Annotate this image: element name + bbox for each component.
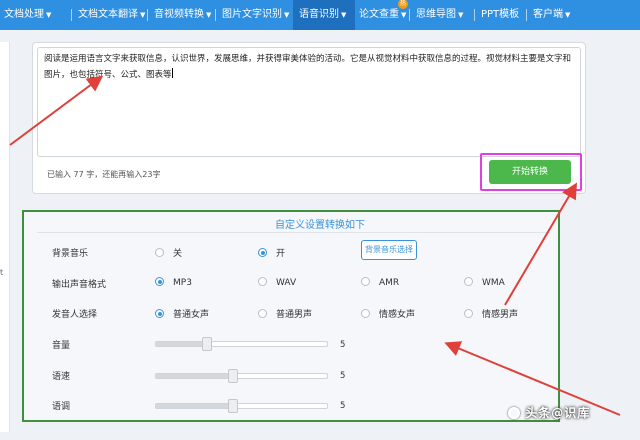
bgm-option-on[interactable]: 开 (258, 246, 285, 259)
nav-item-doc-translate[interactable]: 文档文本翻译 ▼ (78, 0, 145, 30)
nav-item-av-convert[interactable]: 音视频转换 ▼ (154, 0, 211, 30)
pitch-value: 5 (340, 401, 346, 411)
option-label: 普通女声 (173, 310, 210, 320)
nav-label: 文档处理 (4, 9, 44, 20)
chevron-down-icon: ▼ (565, 11, 571, 19)
format-option-wma[interactable]: WMA (464, 277, 505, 288)
slider-fill (156, 374, 233, 378)
slider-handle[interactable] (227, 369, 238, 383)
nav-item-ocr[interactable]: 图片文字识别 ▼ (222, 0, 289, 30)
format-label: 输出声音格式 (52, 280, 107, 290)
text-input-area[interactable]: 阅读是运用语言文字来获取信息，认识世界，发展思维，并获得审美体验的活动。它是从视… (37, 47, 581, 157)
chevron-down-icon: ▼ (458, 11, 464, 19)
nav-divider (526, 9, 527, 21)
option-label: WMA (482, 278, 505, 288)
chevron-down-icon: ▼ (140, 11, 146, 19)
chevron-down-icon: ▼ (401, 11, 407, 19)
nav-label: 客户端 (533, 9, 563, 20)
option-label: 情感男声 (482, 310, 519, 320)
text-cursor (171, 68, 173, 78)
nav-divider (71, 9, 72, 21)
chevron-down-icon: ▼ (341, 11, 347, 19)
nav-item-mind-map[interactable]: 思维导图 ▼ (416, 0, 463, 30)
option-label: 关 (173, 249, 183, 259)
watermark-text: 头条@识库 (525, 406, 591, 420)
char-count-text: 已输入 77 字，还能再输入23字 (47, 170, 161, 179)
nav-divider (215, 9, 216, 21)
nav-label: PPT模板 (481, 9, 520, 20)
nav-label: 论文查重 (359, 9, 399, 20)
option-label: AMR (379, 278, 400, 288)
format-option-amr[interactable]: AMR (361, 277, 399, 288)
nav-label: 图片文字识别 (222, 9, 282, 20)
left-sidebar-edge (0, 42, 10, 432)
nav-item-doc-processing[interactable]: 文档处理 ▼ (4, 0, 51, 30)
pitch-label: 语调 (52, 402, 71, 412)
speed-value: 5 (340, 371, 346, 381)
nav-item-speech-recognition[interactable]: 语音识别 ▼ (293, 0, 355, 30)
option-label: WAV (276, 278, 297, 288)
radio-icon (361, 309, 370, 318)
speed-label: 语速 (52, 372, 71, 382)
speaker-option-male[interactable]: 普通男声 (258, 307, 312, 320)
start-convert-button[interactable]: 开始转换 (489, 160, 571, 184)
nav-divider (147, 9, 148, 21)
speaker-label: 发音人选择 (52, 310, 98, 320)
slider-fill (156, 404, 233, 408)
volume-slider[interactable] (155, 337, 328, 351)
bgm-select-button[interactable]: 背景音乐选择 (361, 240, 417, 260)
slider-handle[interactable] (227, 399, 238, 413)
chevron-down-icon: ▼ (284, 11, 290, 19)
nav-divider (409, 9, 410, 21)
radio-icon (464, 277, 473, 286)
bgm-option-off[interactable]: 关 (155, 246, 182, 259)
format-option-wav[interactable]: WAV (258, 277, 296, 288)
option-label: 情感女声 (379, 310, 416, 320)
speaker-option-emotional-male[interactable]: 情感男声 (464, 307, 518, 320)
radio-selected-icon (155, 277, 164, 286)
bgm-label: 背景音乐 (52, 249, 89, 259)
speaker-option-female[interactable]: 普通女声 (155, 307, 209, 320)
nav-item-client[interactable]: 客户端 ▼ (533, 0, 570, 30)
radio-icon (361, 277, 370, 286)
nav-divider (474, 9, 475, 21)
option-label: 普通男声 (276, 310, 313, 320)
watermark-logo-icon (508, 407, 520, 419)
volume-label: 音量 (52, 341, 71, 351)
speaker-option-emotional-female[interactable]: 情感女声 (361, 307, 415, 320)
top-nav: 文档处理 ▼ 文档文本翻译 ▼ 音视频转换 ▼ 图片文字识别 ▼ 语音识别 ▼ 论文查重 ▼… (0, 0, 640, 30)
slider-handle[interactable] (202, 337, 213, 351)
settings-title: 自定义设置转换如下 (275, 220, 365, 231)
slider-fill (156, 342, 208, 346)
speed-slider[interactable] (155, 369, 328, 383)
radio-icon (155, 248, 164, 257)
radio-icon (464, 309, 473, 318)
pitch-slider[interactable] (155, 399, 328, 413)
radio-icon (258, 277, 267, 286)
nav-label: 文档文本翻译 (78, 9, 138, 20)
nav-item-ppt-template[interactable]: PPT模板 (481, 0, 519, 30)
sidebar-edge-text: t (0, 268, 4, 277)
option-label: MP3 (173, 278, 192, 288)
nav-label: 思维导图 (416, 9, 456, 20)
format-option-mp3[interactable]: MP3 (155, 277, 192, 288)
chevron-down-icon: ▼ (46, 11, 52, 19)
radio-selected-icon (155, 309, 164, 318)
radio-icon (258, 309, 267, 318)
input-text: 阅读是运用语言文字来获取信息，认识世界，发展思维，并获得审美体验的活动。它是从视… (44, 54, 572, 80)
nav-label: 语音识别 (299, 9, 339, 20)
watermark: 头条@识库 (508, 404, 590, 421)
hot-badge: 热 (398, 0, 408, 9)
nav-label: 音视频转换 (154, 9, 204, 20)
title-divider (37, 232, 549, 233)
option-label: 开 (276, 249, 286, 259)
volume-value: 5 (340, 340, 346, 350)
radio-selected-icon (258, 248, 267, 257)
chevron-down-icon: ▼ (206, 11, 212, 19)
